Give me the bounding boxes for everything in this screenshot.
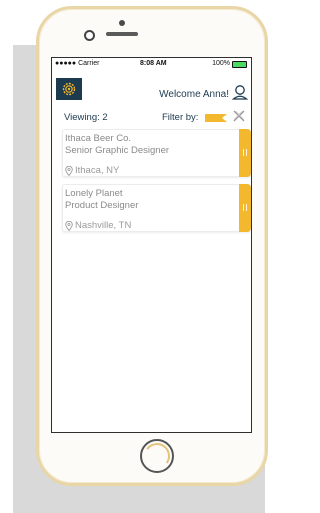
- card-drag-handle[interactable]: [239, 184, 251, 232]
- battery-percent: 100%: [212, 60, 230, 67]
- clear-filter-icon[interactable]: [233, 110, 245, 122]
- gear-icon: [62, 82, 76, 96]
- job-company: Lonely Planet: [65, 188, 123, 199]
- welcome-message: Welcome Anna!: [159, 89, 229, 100]
- job-company: Ithaca Beer Co.: [65, 133, 132, 144]
- earpiece-speaker: [106, 32, 138, 36]
- filter-tag-icon[interactable]: [205, 114, 227, 122]
- job-location: Ithaca, NY: [65, 165, 119, 176]
- front-sensor: [119, 20, 125, 26]
- location-pin-icon: [65, 220, 73, 231]
- app-logo[interactable]: [56, 78, 82, 100]
- job-location-text: Nashville, TN: [75, 220, 132, 231]
- card-drag-handle[interactable]: [239, 129, 251, 177]
- user-profile-icon[interactable]: [232, 84, 248, 100]
- app-screen: ●●●●● Carrier 8:08 AM 100% Welcome Anna!…: [51, 57, 252, 433]
- carrier-label: ●●●●● Carrier: [55, 60, 100, 67]
- job-card[interactable]: Ithaca Beer Co. Senior Graphic Designer …: [62, 129, 251, 177]
- filter-label: Filter by:: [162, 112, 199, 123]
- home-button[interactable]: [140, 439, 174, 473]
- job-title: Senior Graphic Designer: [65, 145, 170, 156]
- status-time: 8:08 AM: [140, 60, 167, 67]
- job-card[interactable]: Lonely Planet Product Designer Nashville…: [62, 184, 251, 232]
- battery-indicator: 100%: [212, 58, 247, 70]
- job-location-text: Ithaca, NY: [75, 165, 120, 176]
- front-camera: [84, 30, 95, 41]
- job-location: Nashville, TN: [65, 220, 131, 231]
- battery-icon: [232, 60, 247, 68]
- location-pin-icon: [65, 165, 73, 176]
- status-bar: ●●●●● Carrier 8:08 AM 100%: [52, 58, 251, 70]
- job-title: Product Designer: [65, 200, 139, 211]
- viewing-count: Viewing: 2: [64, 112, 108, 123]
